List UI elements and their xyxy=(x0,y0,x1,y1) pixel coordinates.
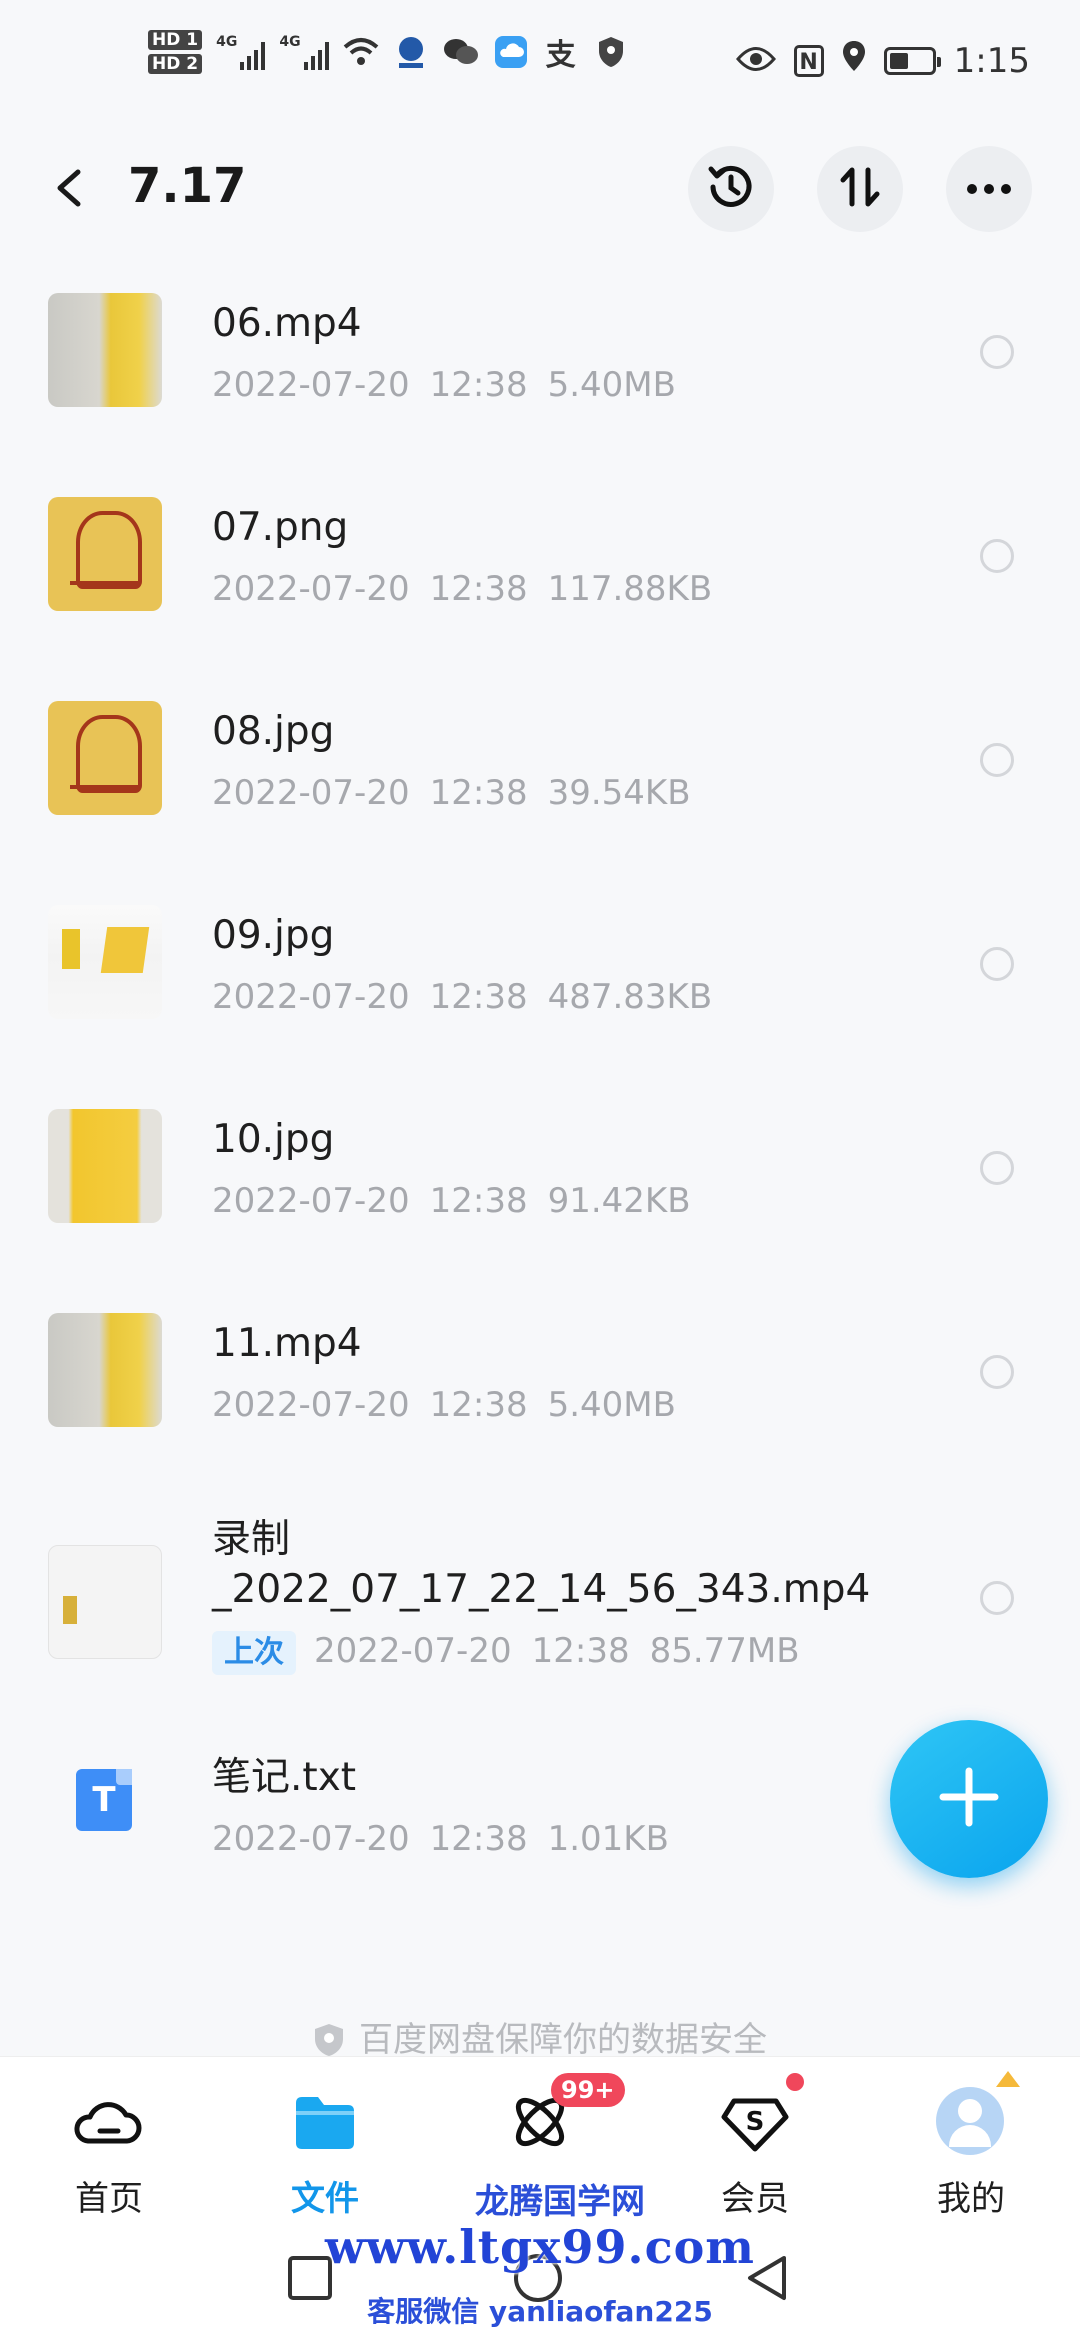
atom-icon: 99+ xyxy=(505,2073,625,2157)
signal-2-icon: 4G xyxy=(279,34,329,70)
watermark-title: 龙腾国学网 xyxy=(475,2182,645,2222)
security-note: 百度网盘保障你的数据安全 xyxy=(0,2012,1080,2061)
file-name: 笔记.txt xyxy=(212,1755,357,1800)
battery-icon xyxy=(883,46,941,75)
history-button[interactable] xyxy=(688,146,774,232)
more-button[interactable] xyxy=(946,146,1032,232)
more-dots-icon xyxy=(966,180,1012,199)
watermark-url: www.ltgx99.com xyxy=(325,2220,755,2274)
file-name-line2: _2022_07_17_22_14_56_343.mp4 xyxy=(212,1567,871,1612)
notification-badge: 99+ xyxy=(551,2073,625,2107)
vip-diamond-icon: S xyxy=(720,2073,804,2157)
tab-discover[interactable]: 99+ xyxy=(455,2073,625,2171)
add-fab-button[interactable] xyxy=(890,1720,1048,1878)
file-row-09-jpg[interactable]: 09.jpg 2022-07-20 12:38 487.83KB xyxy=(0,877,1080,1077)
file-name: 08.jpg xyxy=(212,709,335,754)
header: 7.17 xyxy=(0,140,1080,240)
alipay-icon: 支 xyxy=(545,38,576,73)
video-thumbnail xyxy=(48,293,162,407)
file-name: 09.jpg xyxy=(212,913,335,958)
wifi-icon xyxy=(343,34,379,70)
hd1-badge: HD 1 xyxy=(148,30,203,50)
file-row-10-jpg[interactable]: 10.jpg 2022-07-20 12:38 91.42KB xyxy=(0,1081,1080,1281)
avatar xyxy=(936,2087,1004,2155)
folder-icon xyxy=(290,2087,360,2157)
page-title: 7.17 xyxy=(128,158,247,214)
select-radio[interactable] xyxy=(980,947,1014,981)
image-thumbnail xyxy=(48,1109,162,1223)
file-row-07-png[interactable]: 07.png 2022-07-20 12:38 117.88KB xyxy=(0,469,1080,669)
select-radio[interactable] xyxy=(980,1581,1014,1615)
sort-icon xyxy=(837,164,883,214)
video-thumbnail xyxy=(48,1313,162,1427)
select-radio[interactable] xyxy=(980,1355,1014,1389)
svg-text:S: S xyxy=(746,2107,765,2137)
eye-icon xyxy=(735,41,776,81)
hd2-badge: HD 2 xyxy=(148,54,203,74)
text-file-icon: T xyxy=(76,1769,132,1831)
location-icon xyxy=(842,40,866,81)
file-meta: 2022-07-20 12:38 91.42KB xyxy=(212,1181,691,1221)
file-row-08-jpg[interactable]: 08.jpg 2022-07-20 12:38 39.54KB xyxy=(0,673,1080,873)
select-radio[interactable] xyxy=(980,743,1014,777)
video-thumbnail xyxy=(48,1545,162,1659)
file-row-06-mp4[interactable]: 06.mp4 2022-07-20 12:38 5.40MB xyxy=(0,265,1080,465)
file-meta: 2022-07-20 12:38 487.83KB xyxy=(212,977,713,1017)
select-radio[interactable] xyxy=(980,1151,1014,1185)
shield-status-icon xyxy=(593,34,629,70)
cloud-home-icon xyxy=(74,2087,144,2157)
sort-button[interactable] xyxy=(817,146,903,232)
select-radio[interactable] xyxy=(980,335,1014,369)
file-meta: 2022-07-20 12:38 117.88KB xyxy=(212,569,713,609)
last-opened-tag: 上次 xyxy=(212,1631,296,1675)
file-meta: 2022-07-20 12:38 39.54KB xyxy=(212,773,691,813)
crown-icon xyxy=(996,2071,1020,2087)
notification-dot xyxy=(786,2073,804,2091)
history-icon xyxy=(705,161,757,217)
nfc-icon: N xyxy=(793,44,824,77)
status-left-icons: HD 1 HD 2 4G 4G 支 xyxy=(148,30,629,74)
file-meta: 2022-07-20 12:38 1.01KB xyxy=(212,1819,669,1859)
file-name: 06.mp4 xyxy=(212,301,362,346)
avatar-icon xyxy=(936,2071,1020,2157)
file-name: 07.png xyxy=(212,505,349,550)
shield-icon xyxy=(313,2023,345,2057)
clock: 1:15 xyxy=(953,40,1030,81)
wechat-icon xyxy=(443,34,479,70)
watermark-contact: 客服微信 yanliaofan225 xyxy=(367,2295,713,2328)
file-row-11-mp4[interactable]: 11.mp4 2022-07-20 12:38 5.40MB xyxy=(0,1285,1080,1485)
hd-indicators: HD 1 HD 2 xyxy=(148,30,203,74)
file-meta: 上次 2022-07-20 12:38 85.77MB xyxy=(212,1631,800,1675)
file-name-line1: 录制 xyxy=(212,1517,291,1562)
bank-app-icon xyxy=(393,34,429,70)
image-thumbnail xyxy=(48,701,162,815)
file-meta: 2022-07-20 12:38 5.40MB xyxy=(212,365,676,405)
status-right-icons: N 1:15 xyxy=(735,40,1030,81)
status-bar: HD 1 HD 2 4G 4G 支 N 1:15 xyxy=(0,0,1080,130)
cloud-app-icon xyxy=(493,34,529,70)
file-name: 10.jpg xyxy=(212,1117,335,1162)
back-button[interactable] xyxy=(48,166,92,210)
image-thumbnail xyxy=(48,497,162,611)
signal-1-icon: 4G xyxy=(216,34,266,70)
image-thumbnail xyxy=(48,905,162,1019)
file-meta: 2022-07-20 12:38 5.40MB xyxy=(212,1385,676,1425)
file-row-recording[interactable]: 录制 _2022_07_17_22_14_56_343.mp4 上次 2022-0… xyxy=(0,1489,1080,1719)
plus-icon xyxy=(937,1765,1001,1833)
file-name: 11.mp4 xyxy=(212,1321,362,1366)
select-radio[interactable] xyxy=(980,539,1014,573)
